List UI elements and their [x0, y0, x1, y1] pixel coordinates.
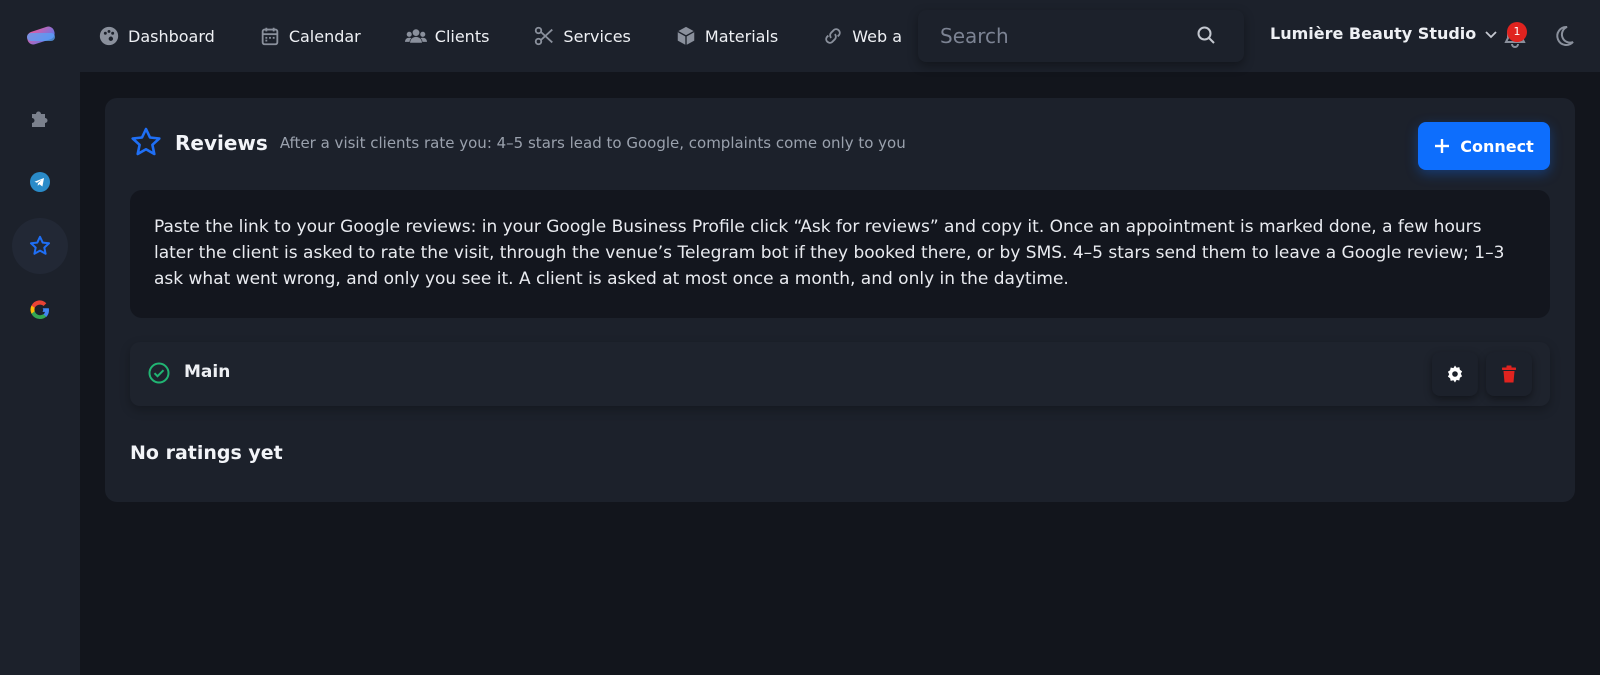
search-icon[interactable]	[1196, 25, 1216, 45]
notification-badge: 1	[1507, 22, 1527, 42]
users-icon	[404, 29, 427, 43]
top-navbar: Dashboard Calendar Clients Services Mate…	[0, 0, 1600, 72]
nav-item-dashboard[interactable]: Dashboard	[98, 25, 215, 47]
search-box	[918, 10, 1244, 62]
nav-item-calendar[interactable]: Calendar	[259, 25, 361, 47]
chevron-down-icon	[1485, 30, 1497, 38]
telegram-icon	[30, 172, 50, 192]
nav-item-label: Services	[563, 26, 631, 46]
nav-item-label: Dashboard	[128, 26, 215, 46]
connection-row: Main	[130, 342, 1550, 406]
palette-icon	[99, 26, 119, 46]
empty-state-text: No ratings yet	[130, 442, 283, 464]
sidebar-item-reviews[interactable]	[12, 218, 68, 274]
connect-button-label: Connect	[1460, 136, 1534, 156]
nav-item-label: Materials	[704, 26, 779, 46]
info-text: Paste the link to your Google reviews: i…	[154, 217, 1505, 289]
sidebar-item-integrations[interactable]	[12, 90, 68, 146]
settings-button[interactable]	[1432, 352, 1478, 396]
scissors-icon	[535, 26, 554, 46]
sidebar-item-google[interactable]	[12, 282, 68, 338]
star-icon	[30, 235, 50, 255]
moon-icon[interactable]	[1552, 25, 1574, 47]
connection-name: Main	[184, 362, 231, 382]
nav-item-services[interactable]: Services	[533, 25, 631, 47]
nav-item-label: Web a	[852, 26, 903, 46]
nav-item-label: Clients	[434, 26, 490, 46]
calendar-icon	[261, 27, 279, 46]
reviews-card: Reviews After a visit clients rate you: …	[105, 98, 1575, 502]
gear-icon	[1447, 365, 1463, 383]
search-input[interactable]	[918, 24, 1188, 48]
app-logo-icon[interactable]	[24, 24, 58, 48]
star-icon	[131, 127, 161, 156]
card-header: Reviews After a visit clients rate you: …	[129, 126, 906, 160]
nav-item-label: Calendar	[288, 26, 361, 46]
nav-item-web[interactable]: Web a	[822, 25, 902, 47]
connect-button[interactable]: Connect	[1418, 122, 1550, 170]
sidebar-item-telegram[interactable]	[12, 154, 68, 210]
delete-button[interactable]	[1486, 352, 1532, 396]
box-icon	[677, 26, 695, 46]
plus-icon	[1435, 139, 1450, 153]
page-subtitle: After a visit clients rate you: 4–5 star…	[279, 134, 906, 152]
studio-name: Lumière Beauty Studio	[1270, 24, 1477, 43]
info-box: Paste the link to your Google reviews: i…	[130, 190, 1550, 318]
nav-item-clients[interactable]: Clients	[404, 25, 490, 47]
link-icon	[825, 28, 841, 44]
studio-selector[interactable]: Lumière Beauty Studio	[1270, 24, 1498, 43]
nav-item-materials[interactable]: Materials	[675, 25, 778, 47]
page-title: Reviews	[175, 131, 268, 155]
main-nav: Dashboard Calendar Clients Services Mate…	[98, 0, 918, 72]
check-circle-icon	[148, 362, 170, 384]
trash-icon	[1502, 365, 1516, 383]
sidebar	[0, 72, 80, 675]
google-icon	[30, 300, 49, 320]
puzzle-icon	[32, 111, 48, 127]
